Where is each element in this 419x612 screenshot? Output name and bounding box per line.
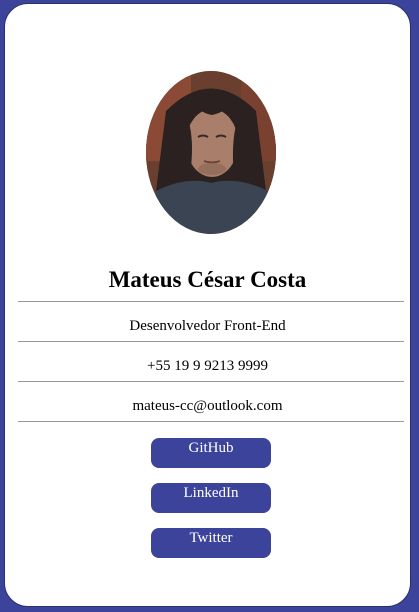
profile-card: Mateus César Costa Desenvolvedor Front-E… [4,3,411,607]
divider [18,421,404,422]
profile-name: Mateus César Costa [108,267,307,292]
divider [18,381,404,382]
divider [18,301,404,302]
linkedin-button[interactable]: LinkedIn [151,483,271,513]
profile-email: mateus-cc@outlook.com [132,398,283,414]
twitter-button[interactable]: Twitter [151,528,271,558]
avatar [146,71,276,234]
github-button[interactable]: GitHub [151,438,271,468]
divider [18,341,404,342]
profile-phone: +55 19 9 9213 9999 [147,358,268,374]
profile-role: Desenvolvedor Front-End [129,318,286,334]
